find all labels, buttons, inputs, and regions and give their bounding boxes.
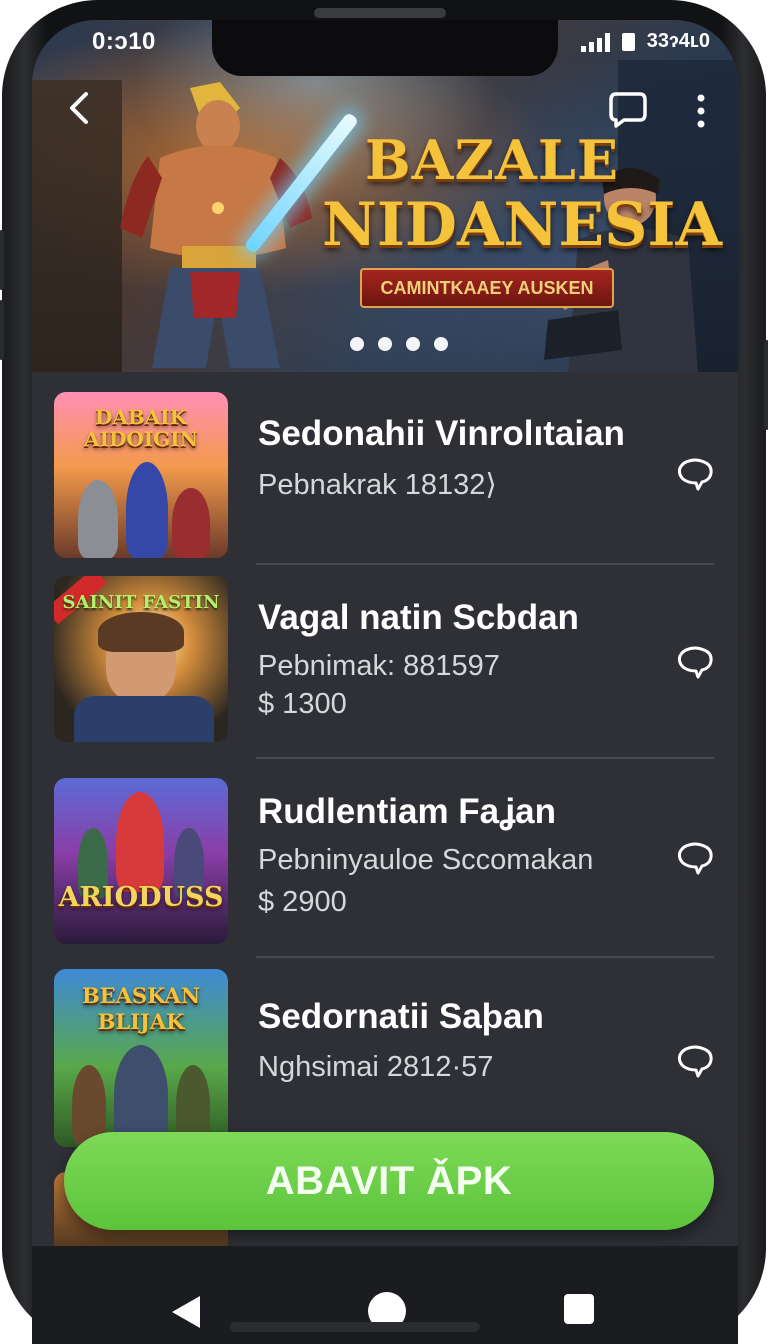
carousel-dots[interactable]: [350, 337, 448, 351]
hero-ribbon: CAMINTKAAEY AUSKEN: [360, 268, 614, 308]
volume-up-button: [0, 230, 4, 290]
carousel-dot[interactable]: [350, 337, 364, 351]
thumbnail-title: DABAIK AIDOIGIN: [84, 405, 198, 451]
earpiece-speaker: [314, 8, 446, 18]
nav-back-icon[interactable]: [172, 1296, 200, 1328]
thumbnail-figure: [172, 488, 210, 558]
download-apk-button[interactable]: ABAVIT ǍPK: [64, 1132, 714, 1230]
status-icons: 33ɂ4ʟ0: [580, 30, 710, 53]
thumbnail-figure: [114, 1045, 168, 1145]
thumbnail-body: [74, 696, 214, 742]
thumbnail-figure: [78, 480, 118, 558]
status-battery-text: 33ɂ4ʟ0: [646, 30, 710, 52]
chat-bubble-icon[interactable]: [608, 90, 648, 128]
carousel-dot[interactable]: [434, 337, 448, 351]
phone-frame: BAZALE NIDANESIA CAMINTKAAEY AUSKEN 0:ɔ1…: [0, 0, 768, 1344]
nav-recents-icon[interactable]: [564, 1294, 594, 1324]
item-subtitle: Nghsimai 2812·57: [258, 1051, 494, 1083]
signal-icon: [580, 32, 610, 52]
thumbnail-hair: [98, 612, 184, 652]
thumbnail-title: SAINIT FASTIN: [62, 592, 220, 613]
thumbnail-figure: [116, 792, 164, 892]
comment-icon[interactable]: [676, 1045, 714, 1079]
carousel-dot[interactable]: [378, 337, 392, 351]
list-item[interactable]: SAINIT FASTIN Vagal natin Scbdan Pebnima…: [32, 564, 738, 758]
comment-icon[interactable]: [676, 842, 714, 876]
status-time: 0:ɔ10: [92, 28, 156, 55]
item-price: $ 1300: [258, 688, 347, 720]
game-list: DABAIK AIDOIGIN Sedonahii Vinrolıtaian P…: [32, 372, 738, 1264]
phone-bottom-edge: [230, 1322, 480, 1332]
game-thumbnail: BEASKAN BLIJAK: [54, 969, 228, 1147]
back-arrow-icon[interactable]: [64, 92, 96, 124]
thumbnail-title: BEASKAN BLIJAK: [81, 983, 201, 1034]
camera-notch: [212, 20, 558, 76]
list-item[interactable]: BEASKAN BLIJAK Sedornatii Saþan Nghsimai…: [32, 957, 738, 1157]
thumbnail-title: ARIODUSS: [58, 882, 224, 913]
game-thumbnail: DABAIK AIDOIGIN: [54, 392, 228, 558]
more-vertical-icon[interactable]: [696, 94, 706, 128]
list-item[interactable]: ARIODUSS Rudlentiam Faʝan Pebninyauloe S…: [32, 758, 738, 956]
item-subtitle: Pebnakrak 18132⟩: [258, 469, 497, 501]
item-title: Vagal natin Scbdan: [258, 598, 579, 637]
carousel-dot[interactable]: [406, 337, 420, 351]
comment-icon[interactable]: [676, 458, 714, 492]
item-price: $ 2900: [258, 886, 347, 918]
item-subtitle: Pebnimak: 881597: [258, 650, 500, 682]
screen: BAZALE NIDANESIA CAMINTKAAEY AUSKEN 0:ɔ1…: [32, 20, 738, 1344]
list-item[interactable]: DABAIK AIDOIGIN Sedonahii Vinrolıtaian P…: [32, 372, 738, 564]
item-title: Sedornatii Saþan: [258, 997, 544, 1036]
item-title: Sedonahii Vinrolıtaian: [258, 414, 625, 453]
thumbnail-figure: [126, 462, 168, 558]
power-button: [764, 340, 768, 430]
hero-warrior-illustration: [120, 82, 312, 368]
comment-icon[interactable]: [676, 646, 714, 680]
hero-title-line1: BAZALE: [365, 128, 619, 192]
battery-icon: [621, 32, 635, 51]
game-thumbnail: ARIODUSS: [54, 778, 228, 944]
hero-title-line2: NIDANESIA: [322, 190, 723, 260]
item-title: Rudlentiam Faʝan: [258, 792, 557, 831]
item-subtitle: Pebninyauloe Sccomakan: [258, 844, 594, 876]
volume-down-button: [0, 300, 4, 360]
game-thumbnail: SAINIT FASTIN: [54, 576, 228, 742]
